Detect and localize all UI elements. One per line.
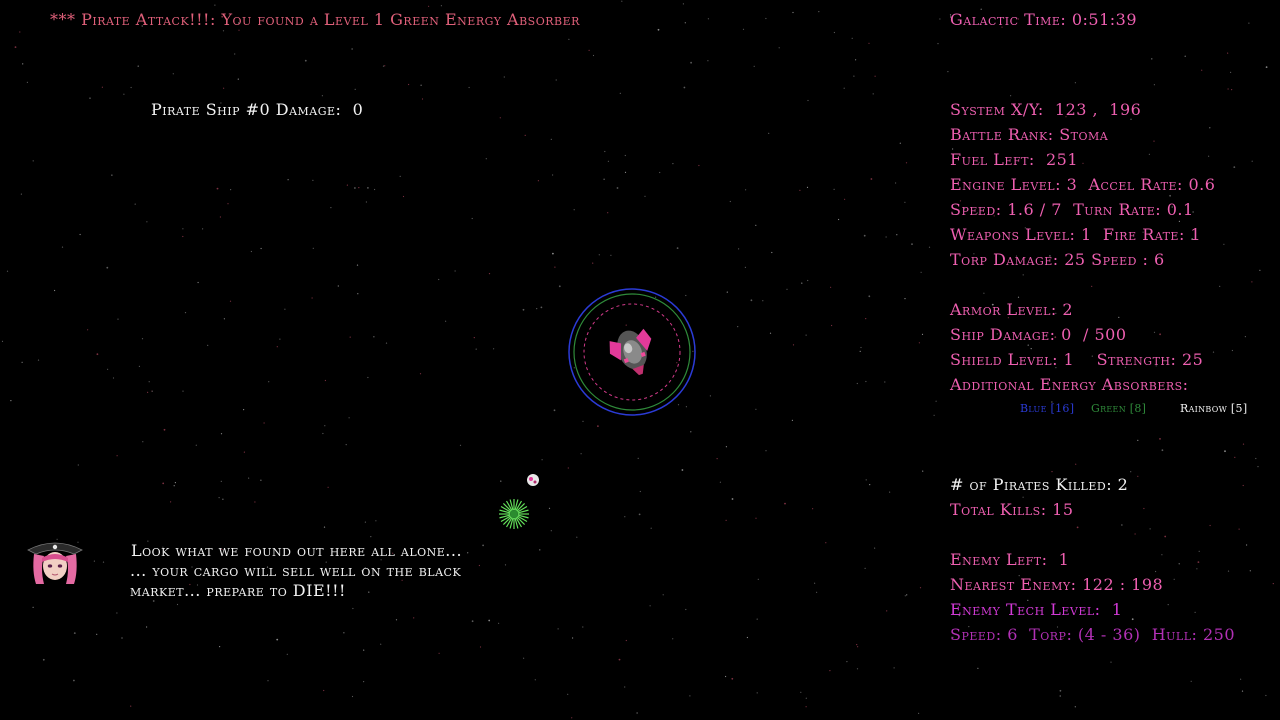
absorber-blue: Blue [16] bbox=[1020, 402, 1075, 415]
armor-level: Armor Level: 2 bbox=[950, 300, 1074, 319]
dialog-line-2: ... your cargo will sell well on the bla… bbox=[130, 561, 462, 580]
pirates-killed: # of Pirates Killed: 2 bbox=[950, 475, 1129, 494]
enemy-specs: Speed: 6 Torp: (4 - 36) Hull: 250 bbox=[950, 625, 1236, 644]
absorbers-title: Additional Energy Absorbers: bbox=[950, 375, 1189, 394]
fuel-left: Fuel Left: 251 bbox=[950, 150, 1079, 169]
green-energy-burst-icon bbox=[499, 499, 529, 529]
enemy-ship-icon bbox=[527, 474, 539, 486]
absorber-rainbow: Rainbow [5] bbox=[1180, 402, 1248, 415]
alert-message: *** Pirate Attack!!!: You found a Level … bbox=[50, 10, 580, 29]
engine-level: Engine Level: 3 Accel Rate: 0.6 bbox=[950, 175, 1216, 194]
absorber-green: Green [8] bbox=[1091, 402, 1147, 415]
pirate-ship-damage: Pirate Ship #0 Damage: 0 bbox=[151, 100, 364, 119]
weapons-level: Weapons Level: 1 Fire Rate: 1 bbox=[950, 225, 1202, 244]
total-kills: Total Kills: 15 bbox=[950, 500, 1074, 519]
player-ship-icon bbox=[568, 288, 696, 416]
battle-rank: Battle Rank: Stoma bbox=[950, 125, 1109, 144]
enemy-tech-level: Enemy Tech Level: 1 bbox=[950, 600, 1123, 619]
dialog-line-3: market... prepare to DIE!!! bbox=[130, 581, 346, 600]
speed-stat: Speed: 1.6 / 7 Turn Rate: 0.1 bbox=[950, 200, 1194, 219]
dialog-line-1: Look what we found out here all alone... bbox=[131, 541, 463, 560]
pirate-captain-portrait bbox=[27, 542, 83, 584]
torp-stat: Torp Damage: 25 Speed : 6 bbox=[950, 250, 1165, 269]
galactic-time: Galactic Time: 0:51:39 bbox=[950, 10, 1138, 29]
shield-level: Shield Level: 1 Strength: 25 bbox=[950, 350, 1204, 369]
system-xy: System X/Y: 123 , 196 bbox=[950, 100, 1142, 119]
enemy-left: Enemy Left: 1 bbox=[950, 550, 1070, 569]
nearest-enemy: Nearest Enemy: 122 : 198 bbox=[950, 575, 1164, 594]
ship-damage: Ship Damage: 0 / 500 bbox=[950, 325, 1127, 344]
